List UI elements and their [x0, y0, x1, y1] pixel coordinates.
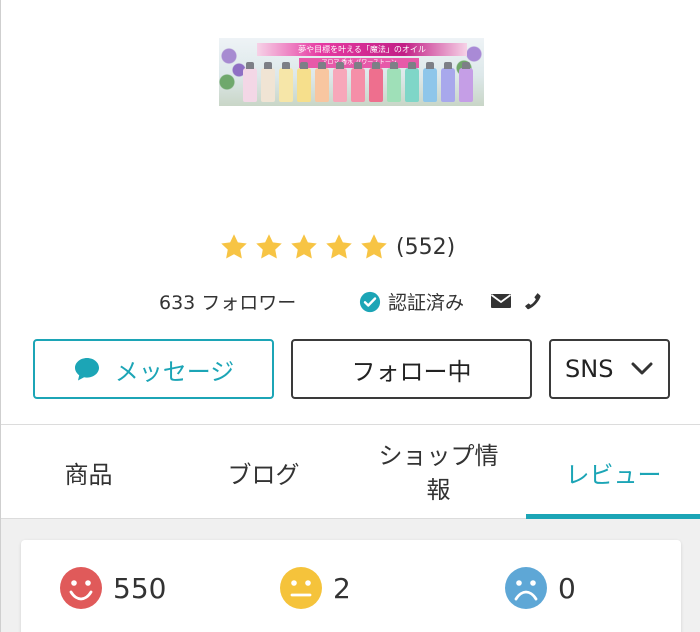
shop-tabs: 商品 ブログ ショップ情報 レビュー [1, 424, 700, 519]
review-bad[interactable]: 0 [504, 566, 576, 610]
chat-bubble-icon [74, 358, 99, 381]
bottle [243, 62, 257, 102]
bottle [333, 62, 347, 102]
verified-label: 認証済み [388, 292, 465, 314]
follower-count[interactable]: 633 フォロワー [159, 288, 296, 315]
neutral-face-icon [280, 567, 322, 609]
follow-button-label: フォロー中 [351, 357, 472, 386]
check-circle-icon [359, 291, 381, 312]
tab-reviews[interactable]: レビュー [526, 425, 700, 520]
bottle [387, 62, 401, 102]
chevron-down-icon [631, 362, 653, 375]
review-good[interactable]: 550 [59, 566, 166, 610]
sad-face-icon [505, 567, 547, 609]
bottle [279, 62, 293, 102]
bottle [297, 62, 311, 102]
bottle [459, 62, 473, 102]
message-button-label: メッセージ [114, 357, 235, 386]
bottle [369, 62, 383, 102]
sns-dropdown[interactable]: SNS [549, 339, 670, 399]
message-button[interactable]: メッセージ [33, 339, 274, 399]
rating-count: (552) [396, 234, 456, 260]
phone-icon [525, 293, 541, 310]
tab-blog[interactable]: ブログ [176, 425, 351, 520]
bottle [423, 62, 437, 102]
review-normal-count: 2 [333, 571, 351, 605]
star-icon [254, 232, 284, 262]
bottle [405, 62, 419, 102]
review-normal[interactable]: 2 [279, 566, 351, 610]
star-icon [324, 232, 354, 262]
star-icon [219, 232, 249, 262]
review-good-count: 550 [113, 571, 167, 605]
review-bad-count: 0 [558, 571, 576, 605]
bottle [315, 62, 329, 102]
tab-shop-info[interactable]: ショップ情報 [351, 425, 526, 520]
sns-dropdown-label: SNS [565, 355, 614, 383]
smile-face-icon [60, 567, 102, 609]
shop-page: 夢や目標を叶える「魔法」のオイル アロマ 香水 パワーストーン (552) 63… [0, 0, 700, 632]
shop-meta: 633 フォロワー 認証済み [1, 284, 700, 318]
follow-button[interactable]: フォロー中 [291, 339, 532, 399]
mail-icon [490, 294, 512, 308]
bottle [351, 62, 365, 102]
verified-badge: 認証済み [359, 288, 464, 315]
star-icon [289, 232, 319, 262]
shop-rating[interactable]: (552) [219, 229, 455, 265]
tab-products[interactable]: 商品 [1, 425, 176, 520]
bottle [261, 62, 275, 102]
shop-banner-image[interactable]: 夢や目標を叶える「魔法」のオイル アロマ 香水 パワーストーン [219, 38, 484, 106]
star-icon [359, 232, 389, 262]
bottle [441, 62, 455, 102]
banner-title: 夢や目標を叶える「魔法」のオイル [257, 43, 467, 56]
review-summary-card: 550 2 0 [21, 540, 681, 632]
